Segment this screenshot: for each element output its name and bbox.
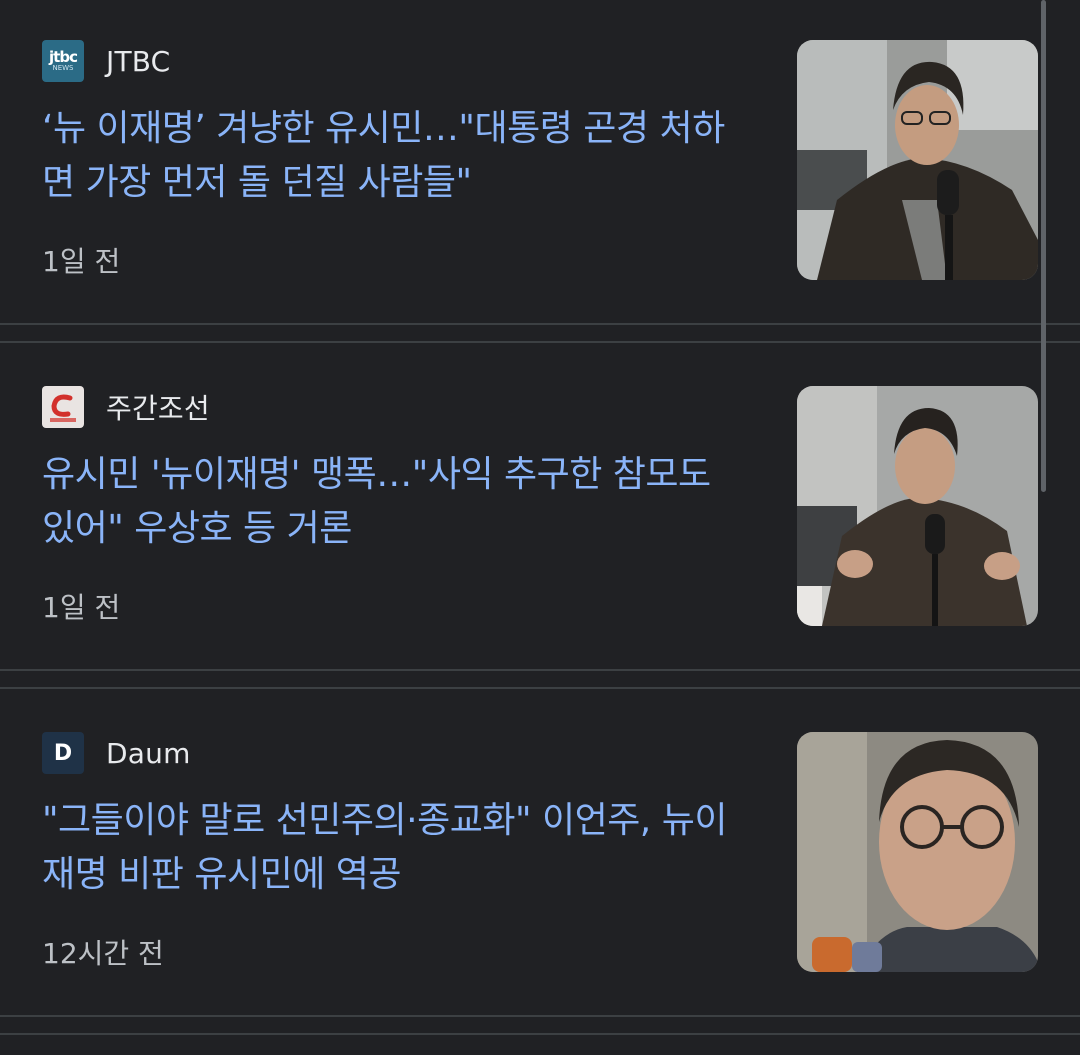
logo-subtext: NEWS bbox=[52, 64, 74, 72]
divider bbox=[0, 341, 1080, 343]
timestamp: 1일 전 bbox=[42, 245, 121, 278]
divider bbox=[0, 1015, 1080, 1017]
thumbnail-photo-icon bbox=[797, 386, 1038, 626]
source-name: 주간조선 bbox=[106, 392, 210, 425]
logo-text: D bbox=[53, 740, 73, 766]
news-feed: jtbc NEWS JTBC ‘뉴 이재명’ 겨냥한 유시민…"대통령 곤경 처… bbox=[0, 0, 1080, 1055]
source-name: Daum bbox=[106, 736, 191, 770]
thumbnail-image[interactable] bbox=[797, 40, 1038, 280]
source-row: D Daum bbox=[42, 732, 191, 774]
news-card[interactable]: jtbc NEWS JTBC ‘뉴 이재명’ 겨냥한 유시민…"대통령 곤경 처… bbox=[0, 0, 1080, 324]
scrollbar[interactable] bbox=[1041, 0, 1046, 492]
jtbc-logo-icon: jtbc NEWS bbox=[42, 40, 84, 82]
timestamp: 12시간 전 bbox=[42, 937, 164, 970]
logo-text: jtbc bbox=[49, 48, 78, 66]
thumbnail-image[interactable] bbox=[797, 386, 1038, 626]
thumbnail-photo-icon bbox=[797, 40, 1038, 280]
divider bbox=[0, 687, 1080, 689]
news-card[interactable]: 주간조선 유시민 '뉴이재명' 맹폭…"사익 추구한 참모도 있어" 우상호 등… bbox=[0, 346, 1080, 670]
thumbnail-photo-icon bbox=[797, 732, 1038, 972]
news-card[interactable]: D Daum "그들이야 말로 선민주의·종교화" 이언주, 뉴이재명 비판 유… bbox=[0, 692, 1080, 1016]
source-row: 주간조선 bbox=[42, 386, 210, 428]
source-name: JTBC bbox=[106, 44, 171, 78]
headline-link[interactable]: ‘뉴 이재명’ 겨냥한 유시민…"대통령 곤경 처하면 가장 먼저 돌 던질 사… bbox=[42, 102, 742, 210]
divider bbox=[0, 669, 1080, 671]
headline-link[interactable]: 유시민 '뉴이재명' 맹폭…"사익 추구한 참모도 있어" 우상호 등 거론 bbox=[42, 448, 742, 556]
divider bbox=[0, 1033, 1080, 1035]
headline-link[interactable]: "그들이야 말로 선민주의·종교화" 이언주, 뉴이재명 비판 유시민에 역공 bbox=[42, 794, 742, 902]
chosun-logo-icon bbox=[42, 386, 84, 428]
divider bbox=[0, 323, 1080, 325]
daum-logo-icon: D bbox=[42, 732, 84, 774]
source-row: jtbc NEWS JTBC bbox=[42, 40, 170, 82]
thumbnail-image[interactable] bbox=[797, 732, 1038, 972]
timestamp: 1일 전 bbox=[42, 591, 121, 624]
